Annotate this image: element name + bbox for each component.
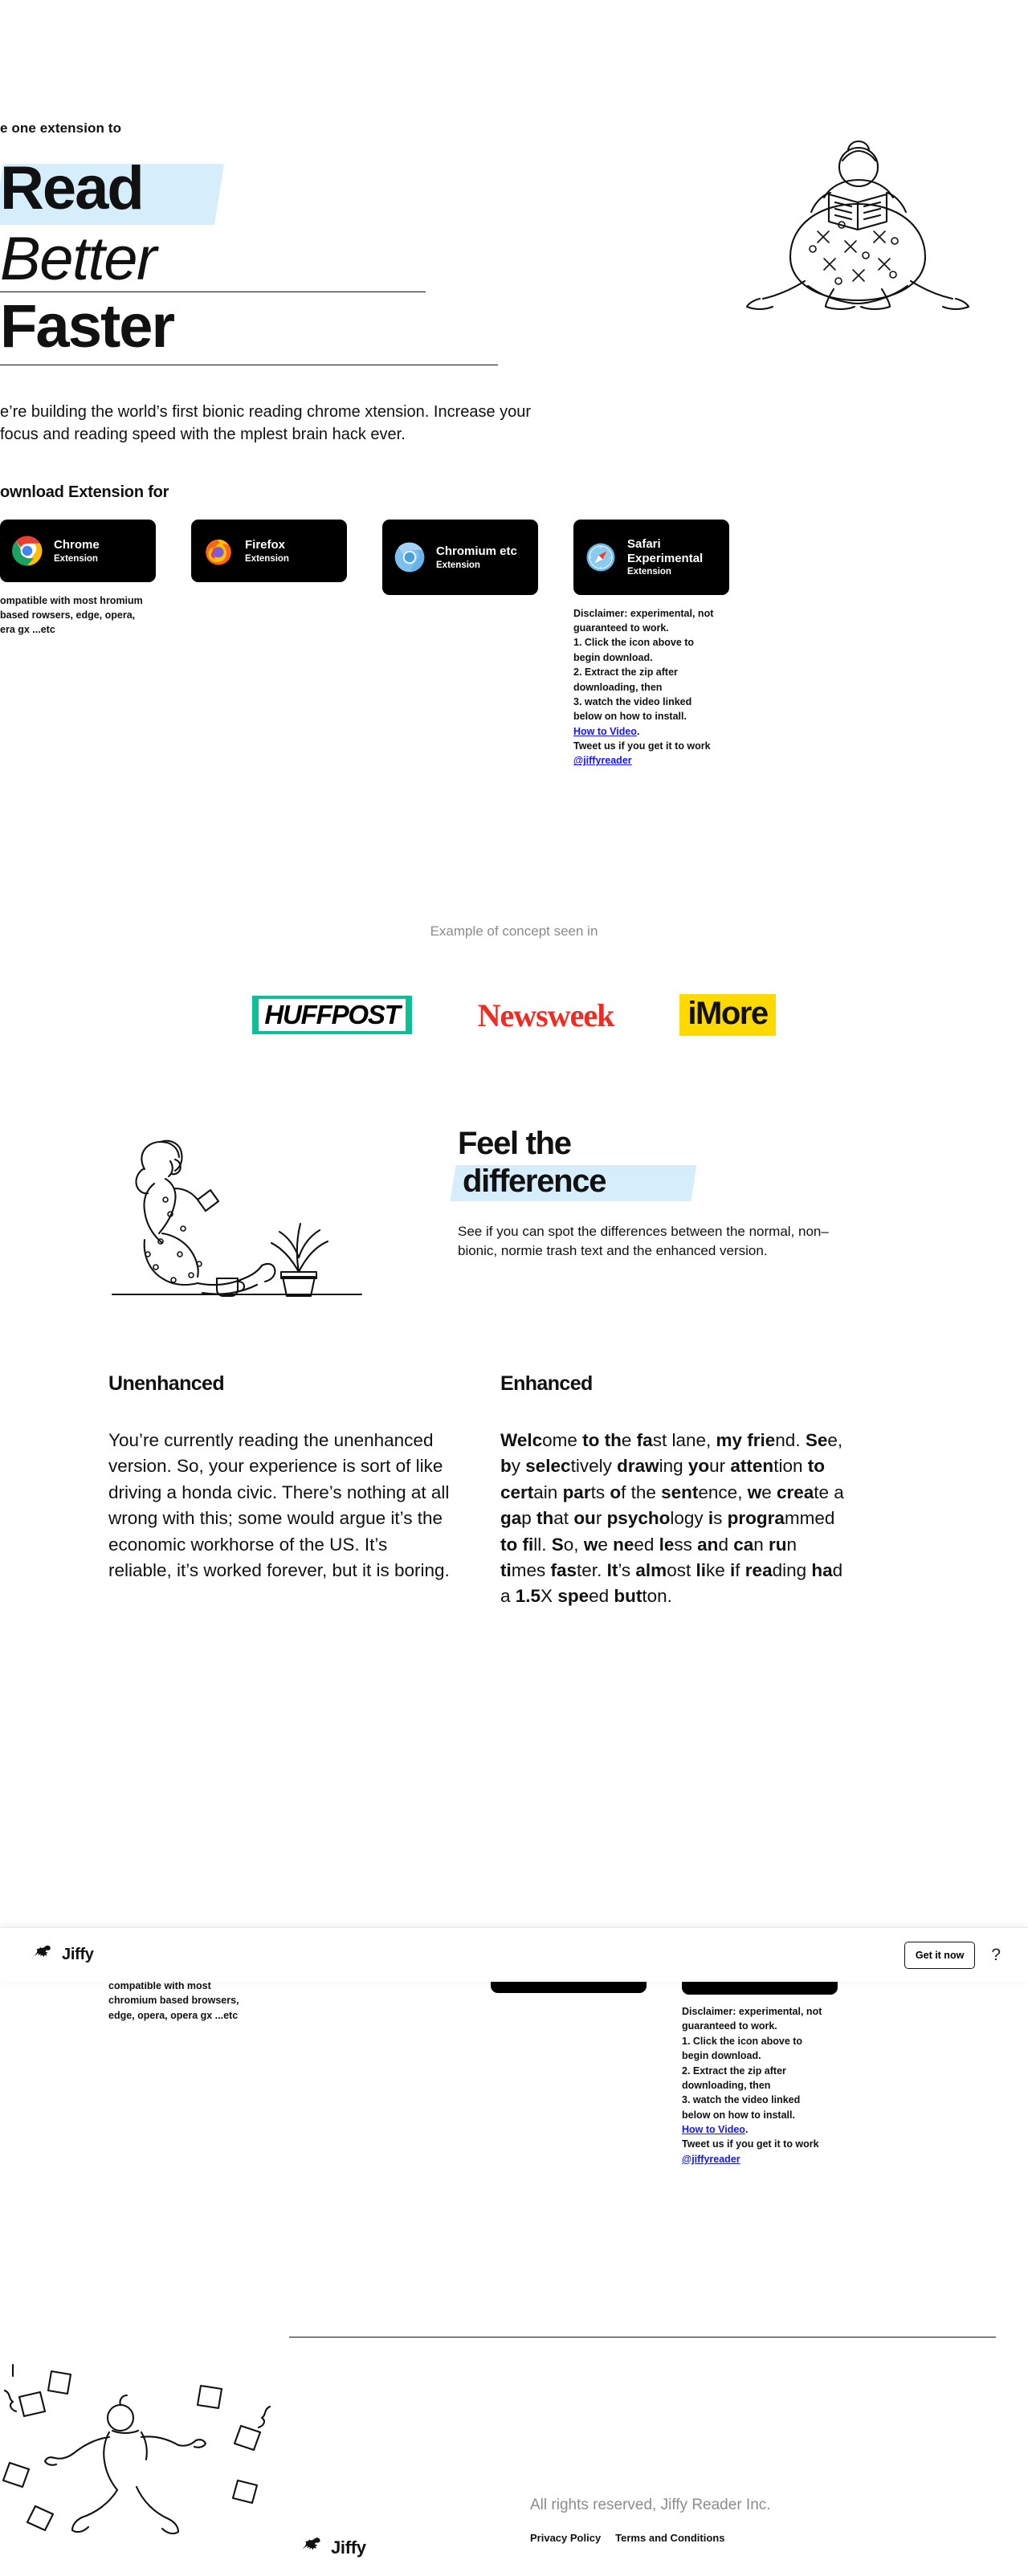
download-chromium-button[interactable]: Chromium etc Extension: [382, 519, 538, 595]
feel-title-line-2: difference: [463, 1163, 606, 1199]
download-chrome-note: ompatible with most hromium based rowser…: [0, 594, 143, 636]
download-chrome-name: Chrome: [54, 537, 100, 552]
hero-subtitle: e’re building the world’s first bionic r…: [0, 402, 532, 444]
download-col-chromium: Chromium etc Extension: [382, 519, 543, 595]
unenhanced-body: You’re currently reading the unenhanced …: [108, 1430, 450, 1580]
footer-illustration: [0, 2358, 297, 2563]
download-col-safari: Safari Experimental Extension Disclaimer…: [573, 519, 734, 768]
download-chrome-text: Chrome Extension: [54, 538, 100, 564]
feel-title-line-2-wrap: difference: [450, 1163, 697, 1201]
jiffy-horse-logo-icon: [29, 1943, 53, 1967]
bottom-col-firefox: [300, 1951, 460, 2166]
bottom-safari-note-step-3: 3. watch the video linked below on how t…: [682, 2094, 801, 2121]
feel-paragraph: See if you can spot the differences betw…: [458, 1223, 829, 1259]
bottom-safari-note-step-2: 2. Extract the zip after downloading, th…: [682, 2064, 786, 2091]
enhanced-column: Enhanced Welcome to the fast lane, my fr…: [500, 1372, 846, 1610]
download-chrome-button[interactable]: Chrome Extension: [0, 519, 156, 582]
page-footer: Jiffy All rights reserved, Jiffy Reader …: [0, 2204, 1028, 2576]
bottom-download-row: compatible with most chromium based brow…: [0, 1951, 1028, 2166]
bottom-chrome-note: compatible with most chromium based brow…: [108, 1980, 239, 2021]
jiffyreader-handle-link[interactable]: @jiffyreader: [573, 755, 632, 766]
unenhanced-column: Unenhanced You’re currently reading the …: [108, 1372, 454, 1610]
download-safari-kind: Extension: [627, 567, 671, 577]
safari-note-tweet: Tweet us if you get it to work: [573, 740, 711, 752]
footer-jiffy-horse-logo-icon: [297, 2535, 323, 2560]
bottom-col-chrome: compatible with most chromium based brow…: [108, 1951, 269, 2166]
bottom-jiffyreader-handle-link[interactable]: @jiffyreader: [682, 2154, 740, 2165]
logo-imore: iMore: [679, 994, 776, 1036]
download-chromium-name: Chromium etc: [436, 544, 517, 558]
chromium-icon: [394, 541, 426, 573]
logo-huffpost-text: HUFFPOST: [259, 999, 406, 1031]
download-col-chrome: Chrome Extension ompatible with most hro…: [0, 519, 161, 638]
footer-link-privacy-policy[interactable]: Privacy Policy: [530, 2532, 601, 2544]
logo-huffpost: HUFFPOST: [252, 996, 412, 1034]
bottom-safari-note-step-1: 1. Click the icon above to begin downloa…: [682, 2035, 803, 2062]
download-heading: ownload Extension for: [0, 483, 169, 501]
download-safari-button[interactable]: Safari Experimental Extension: [573, 519, 729, 595]
headline-line-2: Better: [0, 224, 157, 293]
headline-line-1: Read: [0, 154, 145, 222]
seen-in-section: Example of concept seen in HUFFPOST News…: [0, 923, 1028, 1036]
comparison-section: Unenhanced You’re currently reading the …: [0, 1372, 1028, 1610]
download-firefox-button[interactable]: Firefox Extension: [191, 519, 347, 582]
get-it-now-button[interactable]: Get it now: [904, 1941, 976, 1969]
download-firefox-kind: Extension: [245, 553, 289, 564]
hero-eyebrow: e one extension to: [0, 120, 122, 136]
help-question-icon[interactable]: ?: [991, 1946, 1001, 1965]
unenhanced-heading: Unenhanced: [108, 1372, 225, 1395]
safari-note-head: Disclaimer: experimental, not guaranteed…: [573, 607, 714, 634]
footer-link-terms[interactable]: Terms and Conditions: [615, 2532, 724, 2544]
how-to-video-link[interactable]: How to Video: [573, 726, 637, 737]
seen-in-logos: HUFFPOST Newsweek iMore: [0, 994, 1028, 1036]
bottom-col-chromium: [491, 1951, 651, 2166]
enhanced-body: Welcome to the fast lane, my friend. See…: [500, 1430, 844, 1607]
seen-in-label: Example of concept seen in: [430, 923, 598, 939]
footer-links: Privacy Policy Terms and Conditions: [530, 2532, 883, 2544]
download-chromium-kind: Extension: [436, 560, 480, 570]
hero-headline: Read Better Faster: [0, 154, 815, 365]
reading-woman-illustration: [96, 1107, 402, 1310]
enhanced-heading: Enhanced: [500, 1372, 593, 1395]
sticky-cta-bar: Jiffy Get it now ?: [0, 1927, 1028, 1982]
safari-icon: [585, 541, 617, 573]
download-chromium-text: Chromium etc Extension: [436, 544, 517, 570]
download-buttons-row: Chrome Extension ompatible with most hro…: [0, 519, 815, 768]
download-chrome-kind: Extension: [54, 553, 98, 564]
bottom-safari-note-head: Disclaimer: experimental, not guaranteed…: [682, 2006, 822, 2032]
download-firefox-text: Firefox Extension: [245, 538, 289, 564]
safari-note-step-2: 2. Extract the zip after downloading, th…: [573, 666, 678, 693]
feel-title: Feel the difference: [450, 1126, 952, 1201]
bottom-col-safari: Disclaimer: experimental, not guaranteed…: [682, 1951, 842, 2166]
footer-text-block: All rights reserved, Jiffy Reader Inc. P…: [530, 2495, 883, 2544]
footer-brand-name: Jiffy: [331, 2537, 366, 2558]
chrome-icon: [11, 535, 43, 567]
safari-note-step-1: 1. Click the icon above to begin downloa…: [573, 637, 695, 663]
bottom-safari-note-tweet: Tweet us if you get it to work: [682, 2138, 819, 2150]
hero-section: e one extension to Read Better Faster e’…: [0, 0, 1028, 923]
footer-brand[interactable]: Jiffy: [297, 2535, 366, 2560]
bottom-safari-note: Disclaimer: experimental, not guaranteed…: [682, 2006, 822, 2165]
firefox-icon: [202, 535, 235, 567]
bottom-how-to-video-link[interactable]: How to Video: [682, 2124, 745, 2135]
safari-note-step-3: 3. watch the video linked below on how t…: [573, 695, 692, 723]
feel-copy: Feel the difference See if you can spot …: [450, 1107, 952, 1262]
sticky-brand[interactable]: Jiffy: [29, 1943, 94, 1967]
footer-divider: [289, 2337, 996, 2338]
logo-newsweek: Newsweek: [477, 997, 615, 1033]
feel-title-line-1: Feel the: [458, 1126, 572, 1161]
download-safari-text: Safari Experimental Extension: [627, 537, 718, 577]
download-firefox-name: Firefox: [245, 537, 286, 552]
download-safari-name: Safari Experimental: [627, 537, 704, 565]
footer-rights: All rights reserved, Jiffy Reader Inc.: [530, 2497, 771, 2513]
headline-line-3: Faster: [0, 292, 175, 361]
feel-the-difference-section: Feel the difference See if you can spot …: [0, 1107, 1028, 1310]
sticky-brand-name: Jiffy: [62, 1946, 94, 1963]
download-safari-note: Disclaimer: experimental, not guaranteed…: [573, 607, 714, 767]
download-col-firefox: Firefox Extension: [191, 519, 352, 582]
